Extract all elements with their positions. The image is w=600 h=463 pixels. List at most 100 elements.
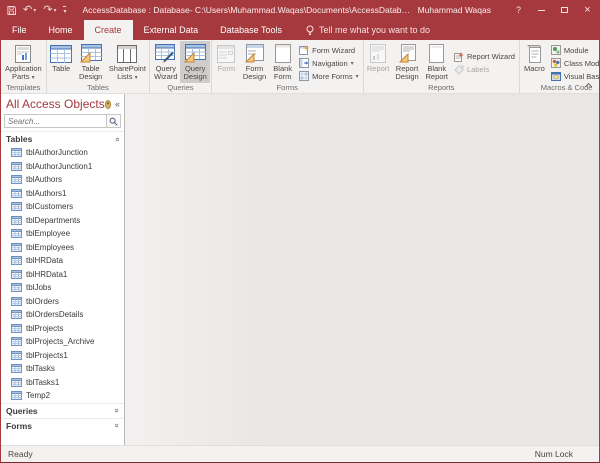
sharepoint-lists-button[interactable]: SharePoint Lists ▾ bbox=[107, 41, 149, 83]
nav-table-item[interactable]: tblHRData1 bbox=[1, 268, 124, 282]
blank-form-icon bbox=[274, 43, 292, 64]
minimize-icon bbox=[538, 9, 545, 11]
redo-button[interactable]: ↷ ▾ bbox=[43, 5, 56, 16]
account-name[interactable]: Muhammad Waqas bbox=[418, 5, 491, 15]
nav-table-item[interactable]: tblAuthorJunction1 bbox=[1, 160, 124, 174]
tell-me-label: Tell me what you want to do bbox=[318, 25, 431, 35]
nav-section-queries[interactable]: Queries » bbox=[1, 402, 124, 418]
nav-table-item[interactable]: tblAuthors1 bbox=[1, 187, 124, 201]
nav-table-item[interactable]: Temp2 bbox=[1, 389, 124, 403]
form-design-button[interactable]: Form Design bbox=[240, 41, 269, 83]
reports-small-buttons: Report Wizard Labels bbox=[451, 41, 518, 83]
ribbon-tab-bar: File Home Create External Data Database … bbox=[1, 20, 599, 40]
table-design-button[interactable]: Table Design bbox=[75, 41, 107, 83]
nav-pane-menu-button[interactable]: ▾ bbox=[104, 99, 111, 109]
ribbon-group-queries: Query Wizard Query Design Queries bbox=[150, 40, 212, 93]
module-button[interactable]: Module bbox=[550, 44, 599, 56]
minimize-button[interactable] bbox=[530, 0, 553, 20]
close-button[interactable]: × bbox=[576, 0, 599, 20]
search-button[interactable] bbox=[106, 115, 120, 127]
form-button[interactable]: Form bbox=[213, 41, 240, 83]
nav-table-item[interactable]: tblJobs bbox=[1, 281, 124, 295]
customize-qat-button[interactable]: ▾ bbox=[63, 5, 67, 15]
help-button[interactable]: ? bbox=[507, 0, 530, 20]
nav-table-item[interactable]: tblOrders bbox=[1, 295, 124, 309]
button-label: Blank Report bbox=[425, 64, 448, 82]
sharepoint-lists-icon bbox=[117, 43, 138, 64]
maximize-button[interactable] bbox=[553, 0, 576, 20]
visual-basic-icon bbox=[550, 72, 561, 81]
labels-button[interactable]: Labels bbox=[454, 64, 515, 76]
nav-table-item[interactable]: tblAuthors bbox=[1, 173, 124, 187]
nav-table-item-label: tblAuthors1 bbox=[26, 188, 67, 198]
form-design-icon bbox=[245, 43, 264, 64]
tab-database-tools[interactable]: Database Tools bbox=[209, 20, 293, 40]
nav-table-item[interactable]: tblTasks1 bbox=[1, 376, 124, 390]
form-wizard-button[interactable]: Form Wizard bbox=[299, 44, 358, 56]
more-forms-button[interactable]: More Forms ▾ bbox=[299, 70, 359, 82]
nav-table-item[interactable]: tblOrdersDetails bbox=[1, 308, 124, 322]
table-button[interactable]: Table bbox=[48, 41, 75, 83]
button-label: Query Wizard bbox=[154, 64, 178, 82]
dropdown-arrow-icon: ▾ bbox=[350, 60, 354, 67]
nav-section-forms[interactable]: Forms » bbox=[1, 417, 124, 433]
nav-table-item[interactable]: tblHRData bbox=[1, 254, 124, 268]
expand-section-icon: » bbox=[112, 423, 122, 428]
expand-section-icon: » bbox=[112, 408, 122, 413]
nav-table-item[interactable]: tblProjects1 bbox=[1, 349, 124, 363]
nav-table-item[interactable]: tblTasks bbox=[1, 362, 124, 376]
tab-create[interactable]: Create bbox=[83, 20, 133, 40]
tab-external-data[interactable]: External Data bbox=[133, 20, 210, 40]
section-label: Forms bbox=[6, 420, 32, 431]
table-object-icon bbox=[11, 364, 22, 374]
nav-table-item[interactable]: tblEmployees bbox=[1, 241, 124, 255]
blank-form-button[interactable]: Blank Form bbox=[269, 41, 296, 83]
save-icon bbox=[7, 5, 16, 15]
tab-home[interactable]: Home bbox=[38, 20, 84, 40]
navigation-button[interactable]: Navigation ▾ bbox=[299, 57, 358, 69]
class-module-button[interactable]: Class Module bbox=[550, 57, 599, 69]
blank-report-button[interactable]: Blank Report bbox=[422, 41, 450, 83]
nav-table-item[interactable]: tblAuthorJunction bbox=[1, 146, 124, 160]
nav-table-item-label: tblHRData bbox=[26, 256, 63, 266]
nav-table-item-label: tblCustomers bbox=[26, 202, 74, 212]
nav-table-item[interactable]: tblCustomers bbox=[1, 200, 124, 214]
nav-table-item-label: tblAuthorJunction bbox=[26, 148, 88, 158]
report-wizard-icon bbox=[453, 51, 464, 62]
nav-table-item[interactable]: tblEmployee bbox=[1, 227, 124, 241]
application-parts-button[interactable]: Application Parts ▾ bbox=[2, 41, 45, 83]
save-button[interactable] bbox=[7, 5, 16, 15]
dropdown-arrow-icon: ▾ bbox=[31, 75, 35, 82]
report-wizard-button[interactable]: Report Wizard bbox=[453, 51, 515, 63]
undo-dropdown-icon: ▾ bbox=[33, 7, 37, 14]
button-label: Macro bbox=[523, 64, 545, 73]
nav-pane-title[interactable]: All Access Objects bbox=[6, 97, 105, 111]
button-label: Labels bbox=[466, 65, 490, 74]
section-label: Tables bbox=[6, 134, 33, 144]
button-label: Blank Form bbox=[273, 64, 293, 82]
search-input[interactable] bbox=[5, 115, 106, 127]
application-parts-icon bbox=[13, 43, 33, 64]
collapse-ribbon-button[interactable] bbox=[586, 82, 592, 88]
tab-file[interactable]: File bbox=[1, 20, 38, 40]
macro-button[interactable]: Macro bbox=[521, 41, 548, 83]
forms-small-buttons: Form Wizard Navigation ▾ More Forms ▾ bbox=[296, 41, 361, 83]
nav-table-item[interactable]: tblProjects_Archive bbox=[1, 335, 124, 349]
nav-section-tables[interactable]: Tables » bbox=[1, 131, 124, 146]
undo-button[interactable]: ↶ ▾ bbox=[23, 5, 37, 16]
report-button[interactable]: Report bbox=[365, 41, 392, 83]
report-design-button[interactable]: Report Design bbox=[392, 41, 423, 83]
nav-table-item[interactable]: tblProjects bbox=[1, 322, 124, 336]
shutter-bar-close-button[interactable]: « bbox=[115, 99, 120, 109]
tell-me-box[interactable]: Tell me what you want to do bbox=[306, 20, 430, 40]
workspace bbox=[125, 94, 599, 445]
nav-table-list: tblAuthorJunction tblAuthorJunction1 tbl… bbox=[1, 146, 124, 403]
visual-basic-button[interactable]: Visual Basic bbox=[550, 70, 599, 82]
query-wizard-button[interactable]: Query Wizard bbox=[151, 41, 180, 83]
section-label: Queries bbox=[6, 405, 38, 416]
nav-table-item[interactable]: tblDepartments bbox=[1, 214, 124, 228]
nav-table-item-label: tblEmployees bbox=[26, 242, 75, 252]
main-area: All Access Objects ▾ « Tables » tb bbox=[1, 94, 599, 445]
more-forms-icon bbox=[299, 71, 310, 81]
query-design-button[interactable]: Query Design bbox=[180, 41, 210, 83]
